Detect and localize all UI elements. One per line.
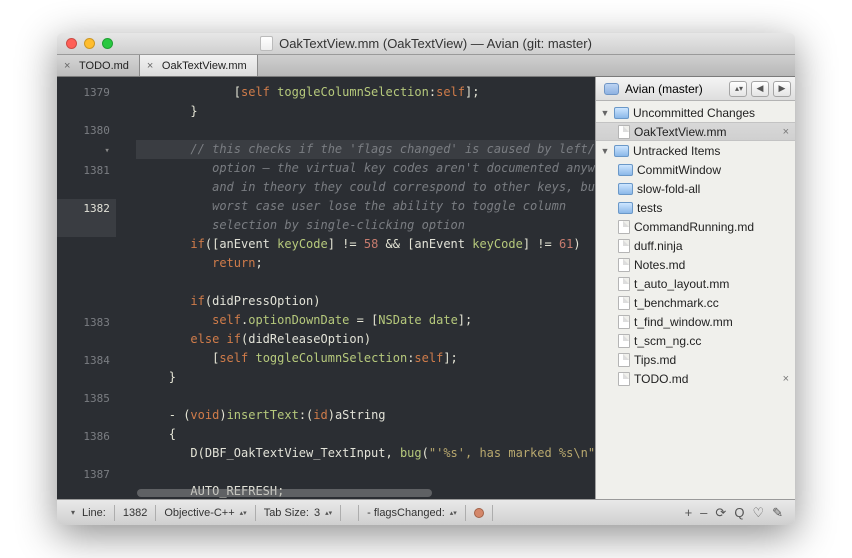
file-browser-header: Avian (master) ▴▾ ◀ ▶ <box>596 77 795 101</box>
file-browser: Avian (master) ▴▾ ◀ ▶ ▼Uncommitted Chang… <box>595 77 795 499</box>
code-line[interactable]: if([anEvent keyCode] != 58 && [anEvent k… <box>136 235 595 254</box>
favorite-icon[interactable]: ♡ <box>752 505 764 521</box>
code-line[interactable]: { <box>136 425 595 444</box>
folder-icon <box>614 145 629 157</box>
code-editor[interactable]: 1379 1380 ▾1381 1382 1383 1384 1385 1386… <box>57 77 595 499</box>
tree-group[interactable]: ▼Untracked Items <box>596 141 795 160</box>
disclosure-icon[interactable]: ▼ <box>600 146 610 156</box>
file-icon <box>618 315 630 329</box>
disclosure-icon[interactable]: ▼ <box>600 108 610 118</box>
tree-item[interactable]: tests <box>596 198 795 217</box>
refresh-icon[interactable]: ⟳ <box>715 505 726 521</box>
code-line[interactable]: D(DBF_OakTextView_TextInput, bug("'%s', … <box>136 444 595 463</box>
code-line[interactable]: self.optionDownDate = [NSDate date]; <box>136 311 595 330</box>
code-line[interactable]: [self toggleColumnSelection:self]; <box>136 83 595 102</box>
line-indicator[interactable]: ▾ Line: <box>63 505 115 521</box>
blank-cell <box>341 505 359 521</box>
minimize-icon[interactable] <box>84 38 95 49</box>
code-line[interactable]: selection by single-clicking option <box>136 216 595 235</box>
file-tree[interactable]: ▼Uncommitted ChangesOakTextView.mm×▼Untr… <box>596 101 795 499</box>
file-icon <box>618 277 630 291</box>
add-icon[interactable]: + <box>685 505 693 521</box>
tree-item[interactable]: TODO.md× <box>596 369 795 388</box>
code-line[interactable]: and in theory they could correspond to o… <box>136 178 595 197</box>
tree-item[interactable]: t_find_window.mm <box>596 312 795 331</box>
status-bar: ▾ Line: 1382 Objective-C++ ▴▾ Tab Size: … <box>57 499 795 525</box>
code-line[interactable] <box>136 273 595 292</box>
folder-icon <box>618 164 633 176</box>
folder-icon <box>614 107 629 119</box>
tree-group[interactable]: ▼Uncommitted Changes <box>596 103 795 122</box>
folder-icon <box>618 183 633 195</box>
code-line[interactable]: } <box>136 368 595 387</box>
symbol-selector[interactable]: - flagsChanged: ▴▾ <box>359 505 466 521</box>
remove-icon[interactable]: – <box>700 505 707 521</box>
file-icon <box>618 125 630 139</box>
code-line[interactable] <box>136 463 595 482</box>
editor-window: OakTextView.mm (OakTextView) — Avian (gi… <box>57 33 795 525</box>
nav-back-button[interactable]: ◀ <box>751 81 769 97</box>
language-selector[interactable]: Objective-C++ ▴▾ <box>156 505 255 521</box>
tree-item[interactable]: Tips.md <box>596 350 795 369</box>
window-title: OakTextView.mm (OakTextView) — Avian (gi… <box>279 36 592 51</box>
code-line[interactable]: // this checks if the 'flags changed' is… <box>136 140 595 159</box>
folder-icon <box>618 202 633 214</box>
file-icon <box>618 353 630 367</box>
tab-oaktextview-mm[interactable]: OakTextView.mm <box>140 55 258 76</box>
code-line[interactable]: if(didPressOption) <box>136 292 595 311</box>
search-icon[interactable]: Q <box>734 505 744 521</box>
record-macro[interactable] <box>466 505 493 521</box>
file-icon <box>618 372 630 386</box>
tree-item[interactable]: CommandRunning.md <box>596 217 795 236</box>
scrollbar-thumb[interactable] <box>137 489 432 497</box>
code-line[interactable]: } <box>136 102 595 121</box>
tab-todo-md[interactable]: TODO.md <box>57 55 140 76</box>
zoom-icon[interactable] <box>102 38 113 49</box>
titlebar: OakTextView.mm (OakTextView) — Avian (gi… <box>57 33 795 55</box>
tab-size-selector[interactable]: Tab Size: 3 ▴▾ <box>256 505 341 521</box>
tab-bar: TODO.mdOakTextView.mm <box>57 55 795 77</box>
edit-icon[interactable]: ✎ <box>772 505 783 521</box>
file-icon <box>618 220 630 234</box>
line-number: 1382 <box>115 505 156 521</box>
history-stepper[interactable]: ▴▾ <box>729 81 747 97</box>
project-icon <box>604 83 619 95</box>
code-line[interactable]: option — the virtual key codes aren't do… <box>136 159 595 178</box>
tree-item[interactable]: slow-fold-all <box>596 179 795 198</box>
tree-item[interactable]: Notes.md <box>596 255 795 274</box>
code-line[interactable]: return; <box>136 254 595 273</box>
code-line[interactable]: [self toggleColumnSelection:self]; <box>136 349 595 368</box>
file-icon <box>618 239 630 253</box>
code-area[interactable]: [self toggleColumnSelection:self]; } // … <box>136 77 595 499</box>
tree-item[interactable]: t_scm_ng.cc <box>596 331 795 350</box>
code-line[interactable]: worst case user lose the ability to togg… <box>136 197 595 216</box>
gutter: 1379 1380 ▾1381 1382 1383 1384 1385 1386… <box>57 77 136 499</box>
tree-item[interactable]: t_benchmark.cc <box>596 293 795 312</box>
nav-forward-button[interactable]: ▶ <box>773 81 791 97</box>
tree-item[interactable]: duff.ninja <box>596 236 795 255</box>
tree-item[interactable]: OakTextView.mm× <box>596 122 795 141</box>
code-line[interactable] <box>136 387 595 406</box>
document-icon <box>260 36 273 51</box>
file-icon <box>618 258 630 272</box>
code-line[interactable] <box>136 121 595 140</box>
tree-item[interactable]: CommitWindow <box>596 160 795 179</box>
project-name[interactable]: Avian (master) <box>625 82 703 96</box>
horizontal-scrollbar[interactable] <box>137 489 591 497</box>
close-icon[interactable] <box>66 38 77 49</box>
close-icon[interactable]: × <box>783 373 789 385</box>
code-line[interactable]: else if(didReleaseOption) <box>136 330 595 349</box>
code-line[interactable]: - (void)insertText:(id)aString <box>136 406 595 425</box>
close-icon[interactable]: × <box>783 126 789 138</box>
file-icon <box>618 296 630 310</box>
file-icon <box>618 334 630 348</box>
tree-item[interactable]: t_auto_layout.mm <box>596 274 795 293</box>
